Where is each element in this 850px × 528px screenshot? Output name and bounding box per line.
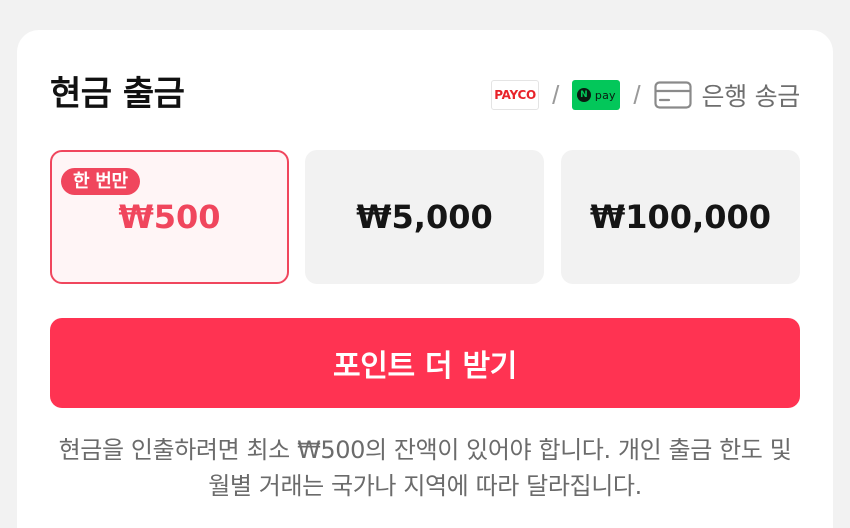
payco-logo[interactable]: PAYCO: [491, 80, 540, 110]
payout-methods: PAYCO / N pay / 은행 송금: [491, 75, 800, 115]
method-separator: /: [633, 80, 641, 110]
cta-label: 포인트 더 받기: [332, 349, 518, 384]
amount-label: ₩500: [118, 198, 221, 236]
earn-more-points-button[interactable]: 포인트 더 받기: [50, 318, 800, 408]
npay-logo[interactable]: N pay: [572, 80, 621, 110]
payco-label: PAYCO: [494, 88, 536, 102]
method-separator: /: [552, 80, 560, 110]
bank-transfer-option[interactable]: 은행 송금: [653, 77, 801, 113]
amount-label: ₩100,000: [589, 198, 772, 236]
amount-option-5000[interactable]: ₩5,000: [305, 150, 544, 284]
credit-card-icon: [653, 81, 692, 109]
withdraw-card: 현금 출금 PAYCO / N pay / 은행 송금 ₩500 ₩5,000 …: [17, 30, 833, 528]
once-only-badge: 한 번만: [61, 168, 140, 195]
bank-transfer-label: 은행 송금: [701, 82, 801, 111]
withdraw-notice: 현금을 인출하려면 최소 ₩500의 잔액이 있어야 합니다. 개인 출금 한도…: [58, 436, 792, 500]
amount-options: ₩500 ₩5,000 ₩100,000: [50, 150, 800, 284]
npay-n-icon: N: [576, 88, 591, 102]
amount-option-100000[interactable]: ₩100,000: [561, 150, 800, 284]
page-title: 현금 출금: [50, 74, 185, 114]
amount-label: ₩5,000: [356, 198, 493, 236]
npay-label: pay: [594, 88, 616, 102]
